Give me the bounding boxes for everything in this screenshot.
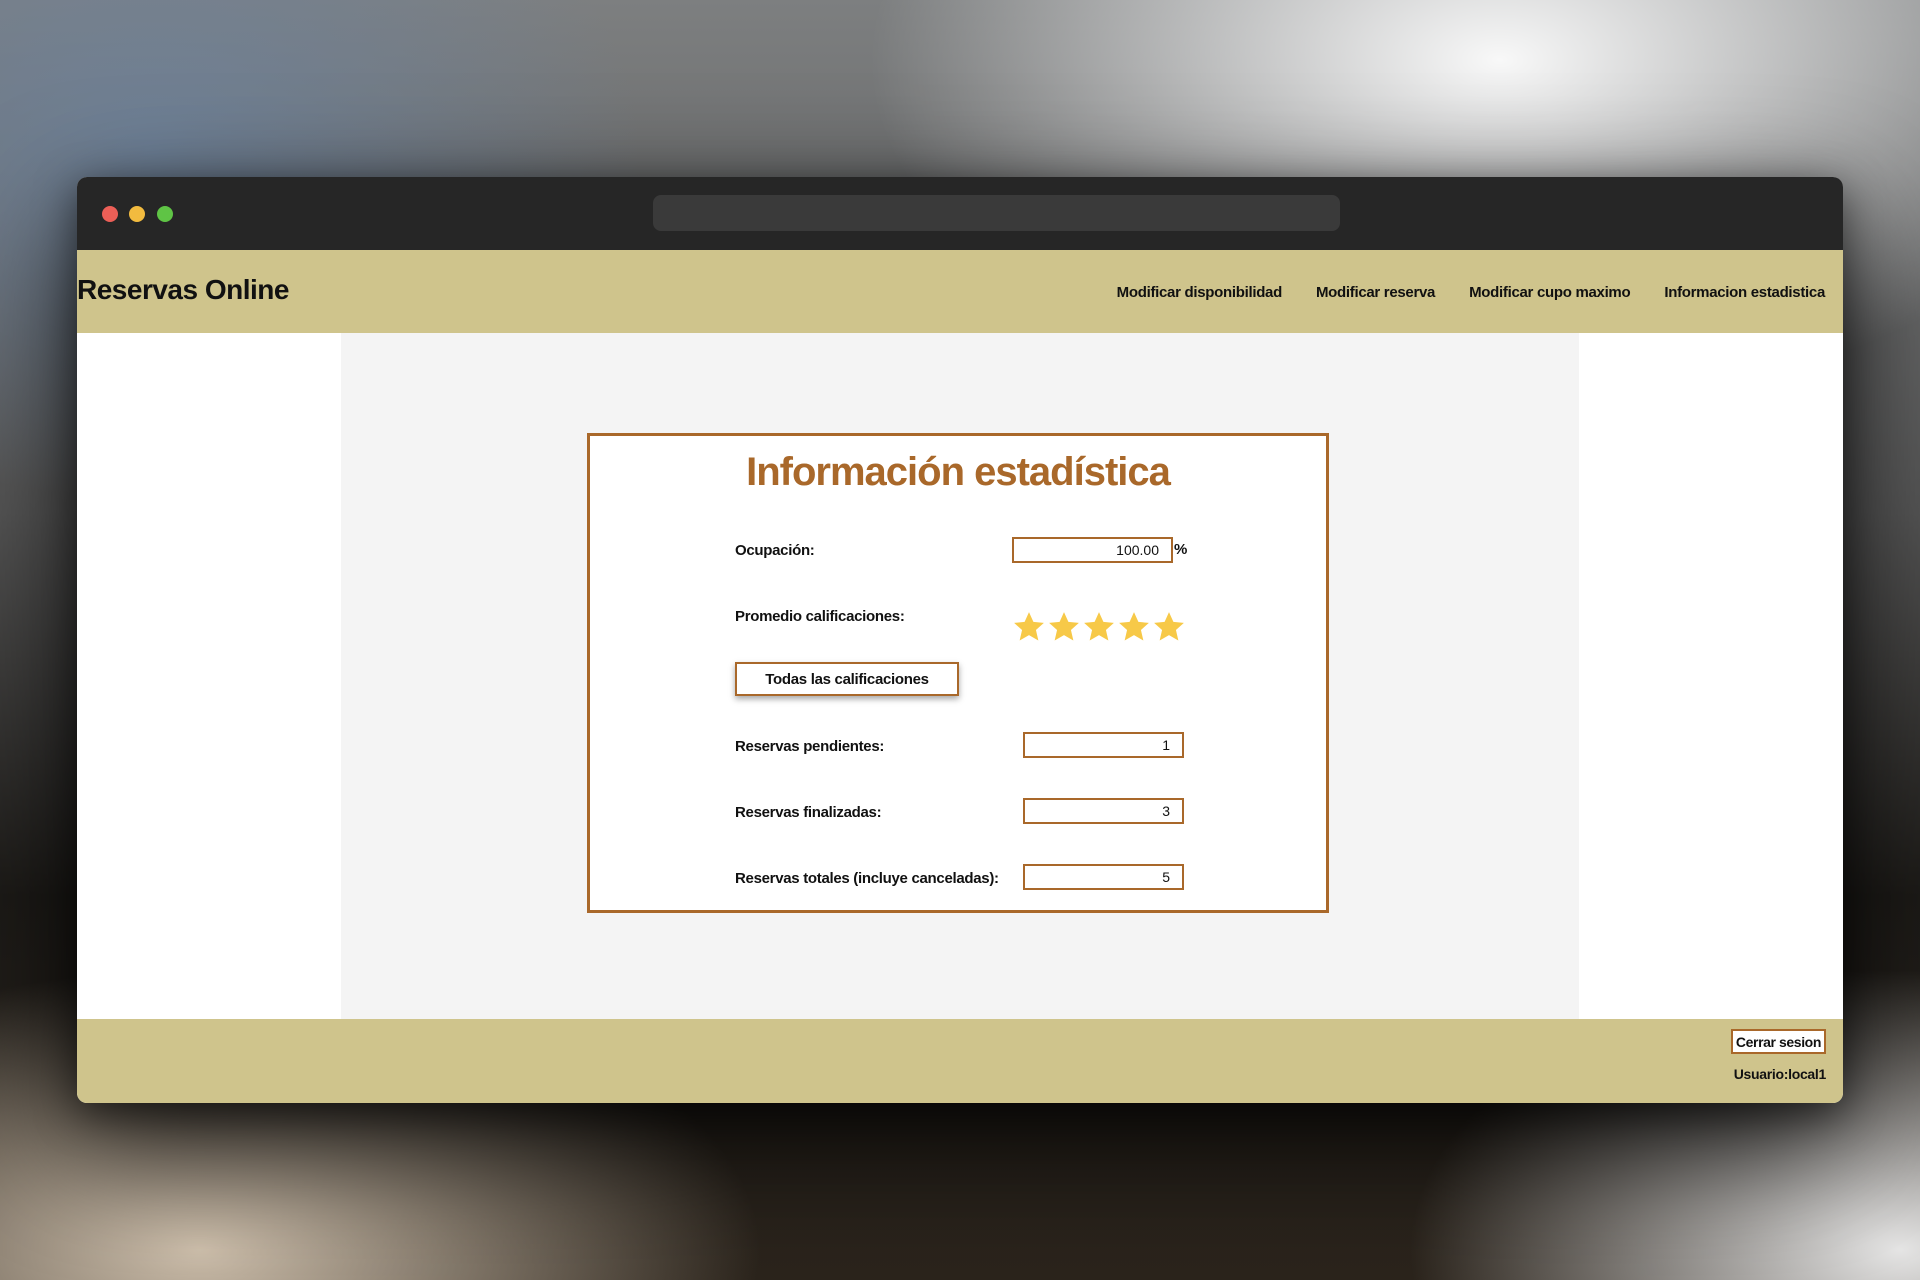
star-icon bbox=[1014, 612, 1044, 641]
main-nav: Modificar disponibilidad Modificar reser… bbox=[1117, 284, 1826, 301]
user-label: Usuario:local1 bbox=[1733, 1066, 1827, 1082]
star-icon bbox=[1154, 612, 1184, 641]
maximize-window-button[interactable] bbox=[157, 206, 173, 222]
close-window-button[interactable] bbox=[102, 206, 118, 222]
nav-modificar-cupo-maximo[interactable]: Modificar cupo maximo bbox=[1469, 284, 1631, 301]
content-panel: Información estadística Ocupación: % Pro… bbox=[341, 333, 1579, 1019]
top-navbar: Reservas Online Modificar disponibilidad… bbox=[77, 250, 1843, 333]
finished-field[interactable] bbox=[1023, 798, 1184, 824]
occupancy-label: Ocupación: bbox=[735, 542, 815, 559]
star-icon bbox=[1119, 612, 1149, 641]
total-field[interactable] bbox=[1023, 864, 1184, 890]
nav-modificar-reserva[interactable]: Modificar reserva bbox=[1316, 284, 1435, 301]
star-icon bbox=[1049, 612, 1079, 641]
brand-title[interactable]: Reservas Online bbox=[77, 274, 289, 306]
pending-label: Reservas pendientes: bbox=[735, 738, 885, 755]
minimize-window-button[interactable] bbox=[129, 206, 145, 222]
all-ratings-button[interactable]: Todas las calificaciones bbox=[735, 662, 959, 696]
footer-bar: Cerrar sesion Usuario:local1 bbox=[77, 1019, 1843, 1103]
address-bar[interactable] bbox=[653, 195, 1340, 231]
browser-titlebar bbox=[77, 177, 1843, 250]
rating-stars bbox=[1012, 610, 1186, 644]
main-content: Información estadística Ocupación: % Pro… bbox=[77, 333, 1843, 1019]
star-icon bbox=[1084, 612, 1114, 641]
page-title: Información estadística bbox=[746, 450, 1171, 494]
rating-label: Promedio calificaciones: bbox=[735, 608, 905, 625]
stats-card: Información estadística Ocupación: % Pro… bbox=[587, 433, 1329, 913]
finished-label: Reservas finalizadas: bbox=[735, 804, 882, 821]
logout-button[interactable]: Cerrar sesion bbox=[1730, 1029, 1826, 1054]
occupancy-unit: % bbox=[1174, 541, 1188, 558]
nav-informacion-estadistica[interactable]: Informacion estadistica bbox=[1664, 284, 1825, 301]
browser-window: Reservas Online Modificar disponibilidad… bbox=[77, 177, 1843, 1103]
nav-modificar-disponibilidad[interactable]: Modificar disponibilidad bbox=[1117, 284, 1283, 301]
pending-field[interactable] bbox=[1023, 732, 1184, 758]
occupancy-field[interactable] bbox=[1012, 537, 1173, 563]
total-label: Reservas totales (incluye canceladas): bbox=[735, 870, 999, 887]
